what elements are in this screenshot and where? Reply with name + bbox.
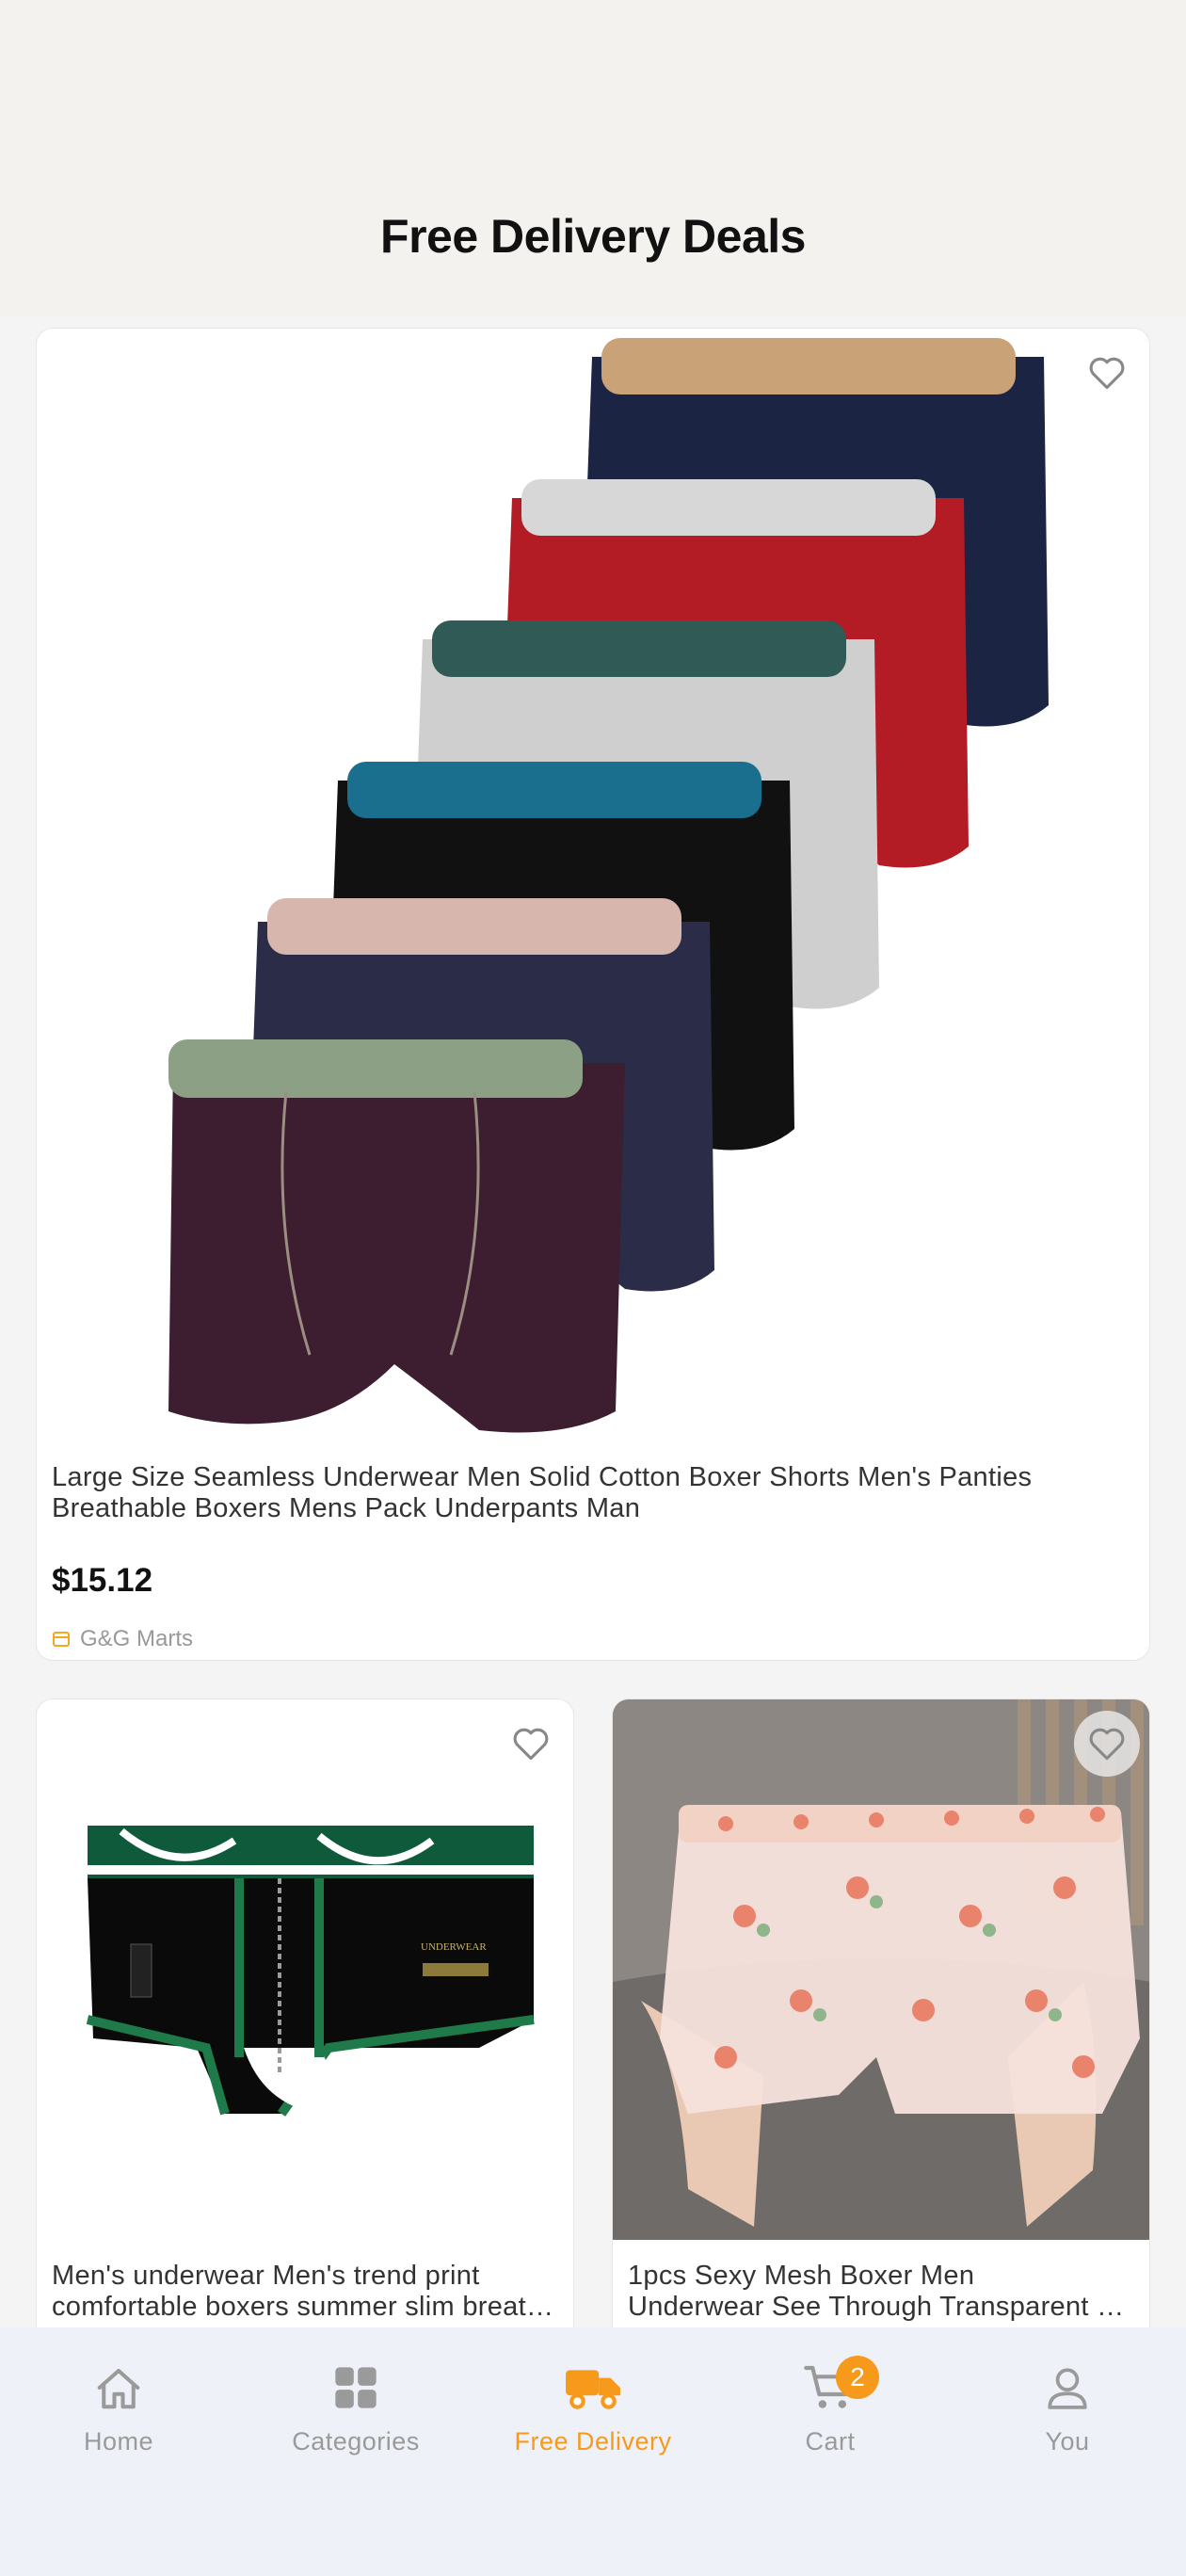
tab-free-delivery[interactable]: Free Delivery — [489, 2356, 697, 2469]
tab-label: Free Delivery — [514, 2427, 672, 2455]
favorite-button[interactable] — [1074, 340, 1140, 406]
heart-icon — [1089, 357, 1125, 390]
page-header: Free Delivery Deals — [0, 0, 1186, 316]
product-card-featured[interactable]: Large Size Seamless Underwear Men Solid … — [36, 328, 1150, 1661]
product-title-line2: Underwear See Through Transparent Floral — [628, 2292, 1136, 2322]
product-title[interactable]: 1pcs Sexy Mesh Boxer Men Underwear See T… — [628, 2261, 1136, 2323]
favorite-button[interactable] — [498, 1711, 564, 1777]
tab-label: Categories — [292, 2427, 420, 2455]
favorite-button[interactable] — [1074, 1711, 1140, 1777]
grid-icon — [335, 2367, 377, 2408]
home-icon — [97, 2368, 140, 2409]
truck-icon — [566, 2370, 620, 2409]
store-label[interactable]: G&G Marts — [52, 1626, 193, 1652]
product-title[interactable]: Men's underwear Men's trend print comfor… — [52, 2261, 560, 2323]
tab-cart[interactable]: 2 Cart — [727, 2356, 934, 2469]
store-icon — [53, 1632, 70, 1647]
product-title-line1: Men's underwear Men's trend print — [52, 2261, 480, 2291]
tab-home[interactable]: Home — [15, 2356, 222, 2469]
page-title: Free Delivery Deals — [380, 210, 806, 263]
product-image[interactable] — [613, 1699, 1149, 2240]
product-image[interactable]: UNDERWEAR — [37, 1699, 573, 2240]
product-price: $15.12 — [52, 1562, 153, 1599]
boxer-burgundy — [168, 1039, 625, 1433]
tab-label: You — [1045, 2427, 1090, 2455]
product-title-line1: 1pcs Sexy Mesh Boxer Men — [628, 2261, 975, 2291]
product-title-line2: comfortable boxers summer slim breathabl… — [52, 2292, 560, 2322]
tab-you[interactable]: You — [964, 2356, 1171, 2469]
product-card[interactable]: 1pcs Sexy Mesh Boxer Men Underwear See T… — [612, 1699, 1150, 2358]
store-name: G&G Marts — [80, 1626, 194, 1651]
svg-text:UNDERWEAR: UNDERWEAR — [421, 1941, 487, 1953]
tab-categories[interactable]: Categories — [252, 2356, 459, 2469]
heart-icon — [1089, 1728, 1125, 1761]
heart-icon — [513, 1728, 549, 1761]
cart-badge: 2 — [836, 2356, 879, 2399]
product-title[interactable]: Large Size Seamless Underwear Men Solid … — [52, 1462, 1144, 1524]
bottom-tab-bar: Home Categories Free Delivery 2 Cart You — [0, 2327, 1186, 2576]
product-image[interactable] — [37, 329, 1149, 1440]
person-icon — [1048, 2368, 1087, 2409]
tab-label: Cart — [805, 2427, 856, 2455]
product-card[interactable]: UNDERWEAR Men's underwear Men's trend pr… — [36, 1699, 574, 2358]
tab-label: Home — [83, 2427, 154, 2455]
